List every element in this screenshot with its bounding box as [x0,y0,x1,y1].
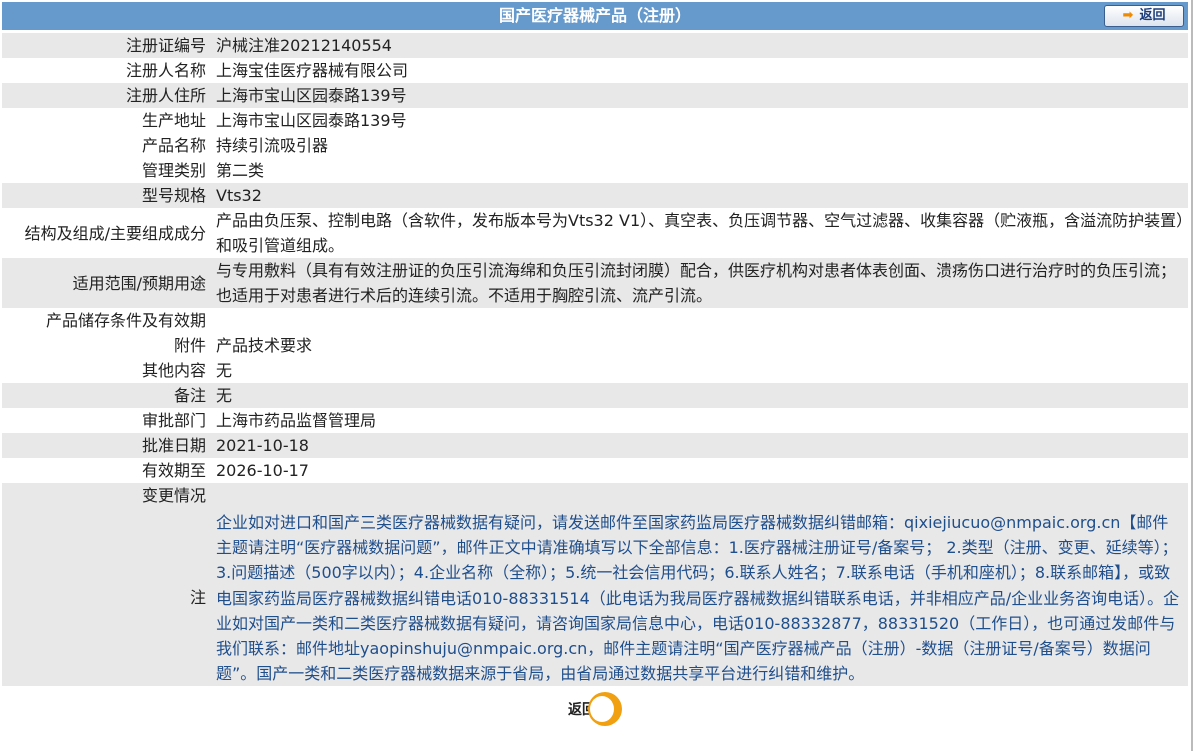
detail-table: 注册证编号 沪械注准20212140554 注册人名称 上海宝佳医疗器械有限公司 注册人… [2,33,1188,687]
field-value: 上海市宝山区园泰路139号 [216,83,1188,108]
field-label: 注册人名称 [125,61,206,80]
table-row: 生产地址 上海市宝山区园泰路139号 [2,108,1188,133]
table-row: 型号规格 Vts32 [2,183,1188,208]
note-label: 注 [2,508,216,687]
note-text: 企业如对进口和国产三类医疗器械数据有疑问，请发送邮件至国家药监局医疗器械数据纠错… [216,508,1188,687]
field-label: 管理类别 [141,161,206,180]
detail-panel: 国产医疗器械产品（注册） ➡ 返回 注册证编号 沪械注准20212140554 注册人… [2,2,1188,727]
back-label: 返回 [1139,8,1166,23]
field-value: 无 [216,361,233,380]
field-label: 适用范围/预期用途 [2,258,216,308]
field-label: 注册证编号 [2,33,216,58]
back-button-top[interactable]: ➡ 返回 [1104,5,1184,27]
field-value: 沪械注准20212140554 [216,33,1188,58]
table-row: 结构及组成/主要组成成分 产品由负压泵、控制电路（含软件，发布版本号为Vts32 … [2,208,1188,258]
table-row: 批准日期 2021-10-18 [2,433,1188,458]
scrollbar-edge [1191,0,1193,751]
table-row: 变更情况 [2,483,1188,508]
field-value: Vts32 [216,183,1188,208]
field-value [216,483,1188,508]
field-label: 生产地址 [141,111,206,130]
table-row: 管理类别 第二类 [2,158,1188,183]
page-header: 国产医疗器械产品（注册） ➡ 返回 [2,2,1188,30]
back-button-bottom[interactable]: 返回 [568,692,622,727]
field-label: 批准日期 [2,433,216,458]
page-title: 国产医疗器械产品（注册） [498,6,691,25]
table-row: 有效期至 2026-10-17 [2,458,1188,483]
field-label: 产品储存条件及有效期 [45,311,206,330]
table-row: 注册人住所 上海市宝山区园泰路139号 [2,83,1188,108]
field-value: 2026-10-17 [216,461,309,480]
field-value: 无 [216,383,1188,408]
table-row: 产品储存条件及有效期 [2,308,1188,333]
field-label: 备注 [2,383,216,408]
table-row: 注册人名称 上海宝佳医疗器械有限公司 [2,58,1188,83]
field-label: 结构及组成/主要组成成分 [24,223,206,243]
field-value: 上海市药品监督管理局 [216,411,377,430]
field-label: 审批部门 [141,411,206,430]
note-row: 注企业如对进口和国产三类医疗器械数据有疑问，请发送邮件至国家药监局医疗器械数据纠… [2,508,1188,687]
field-value: 与专用敷料（具有有效注册证的负压引流海绵和负压引流封闭膜）配合，供医疗机构对患者… [216,258,1188,308]
field-label: 有效期至 [141,461,206,480]
field-value: 上海市宝山区园泰路139号 [216,111,407,130]
field-value: 2021-10-18 [216,433,1188,458]
field-value: 持续引流吸引器 [216,136,329,155]
field-label: 注册人住所 [2,83,216,108]
field-value: 第二类 [216,161,265,180]
table-row: 其他内容无 [2,358,1188,383]
field-value [216,308,1188,333]
table-row: 附件 产品技术要求 [2,333,1188,358]
field-value: 产品技术要求 [216,336,313,355]
field-value: 上海宝佳医疗器械有限公司 [216,61,409,80]
table-row: 备注无 [2,383,1188,408]
table-row: 审批部门 上海市药品监督管理局 [2,408,1188,433]
field-label: 其他内容 [141,361,206,380]
field-label: 变更情况 [2,483,216,508]
field-label: 型号规格 [2,183,216,208]
table-row: 产品名称 持续引流吸引器 [2,133,1188,158]
circle-icon [588,692,622,727]
field-label: 附件 [173,336,206,355]
table-row: 注册证编号 沪械注准20212140554 [2,33,1188,58]
table-row: 适用范围/预期用途 与专用敷料（具有有效注册证的负压引流海绵和负压引流封闭膜）配合… [2,258,1188,308]
arrow-right-icon: ➡ [1122,8,1134,23]
field-label: 产品名称 [141,136,206,155]
field-value: 产品由负压泵、控制电路（含软件，发布版本号为Vts32 V1）、真空表、负压调节… [216,211,1185,255]
